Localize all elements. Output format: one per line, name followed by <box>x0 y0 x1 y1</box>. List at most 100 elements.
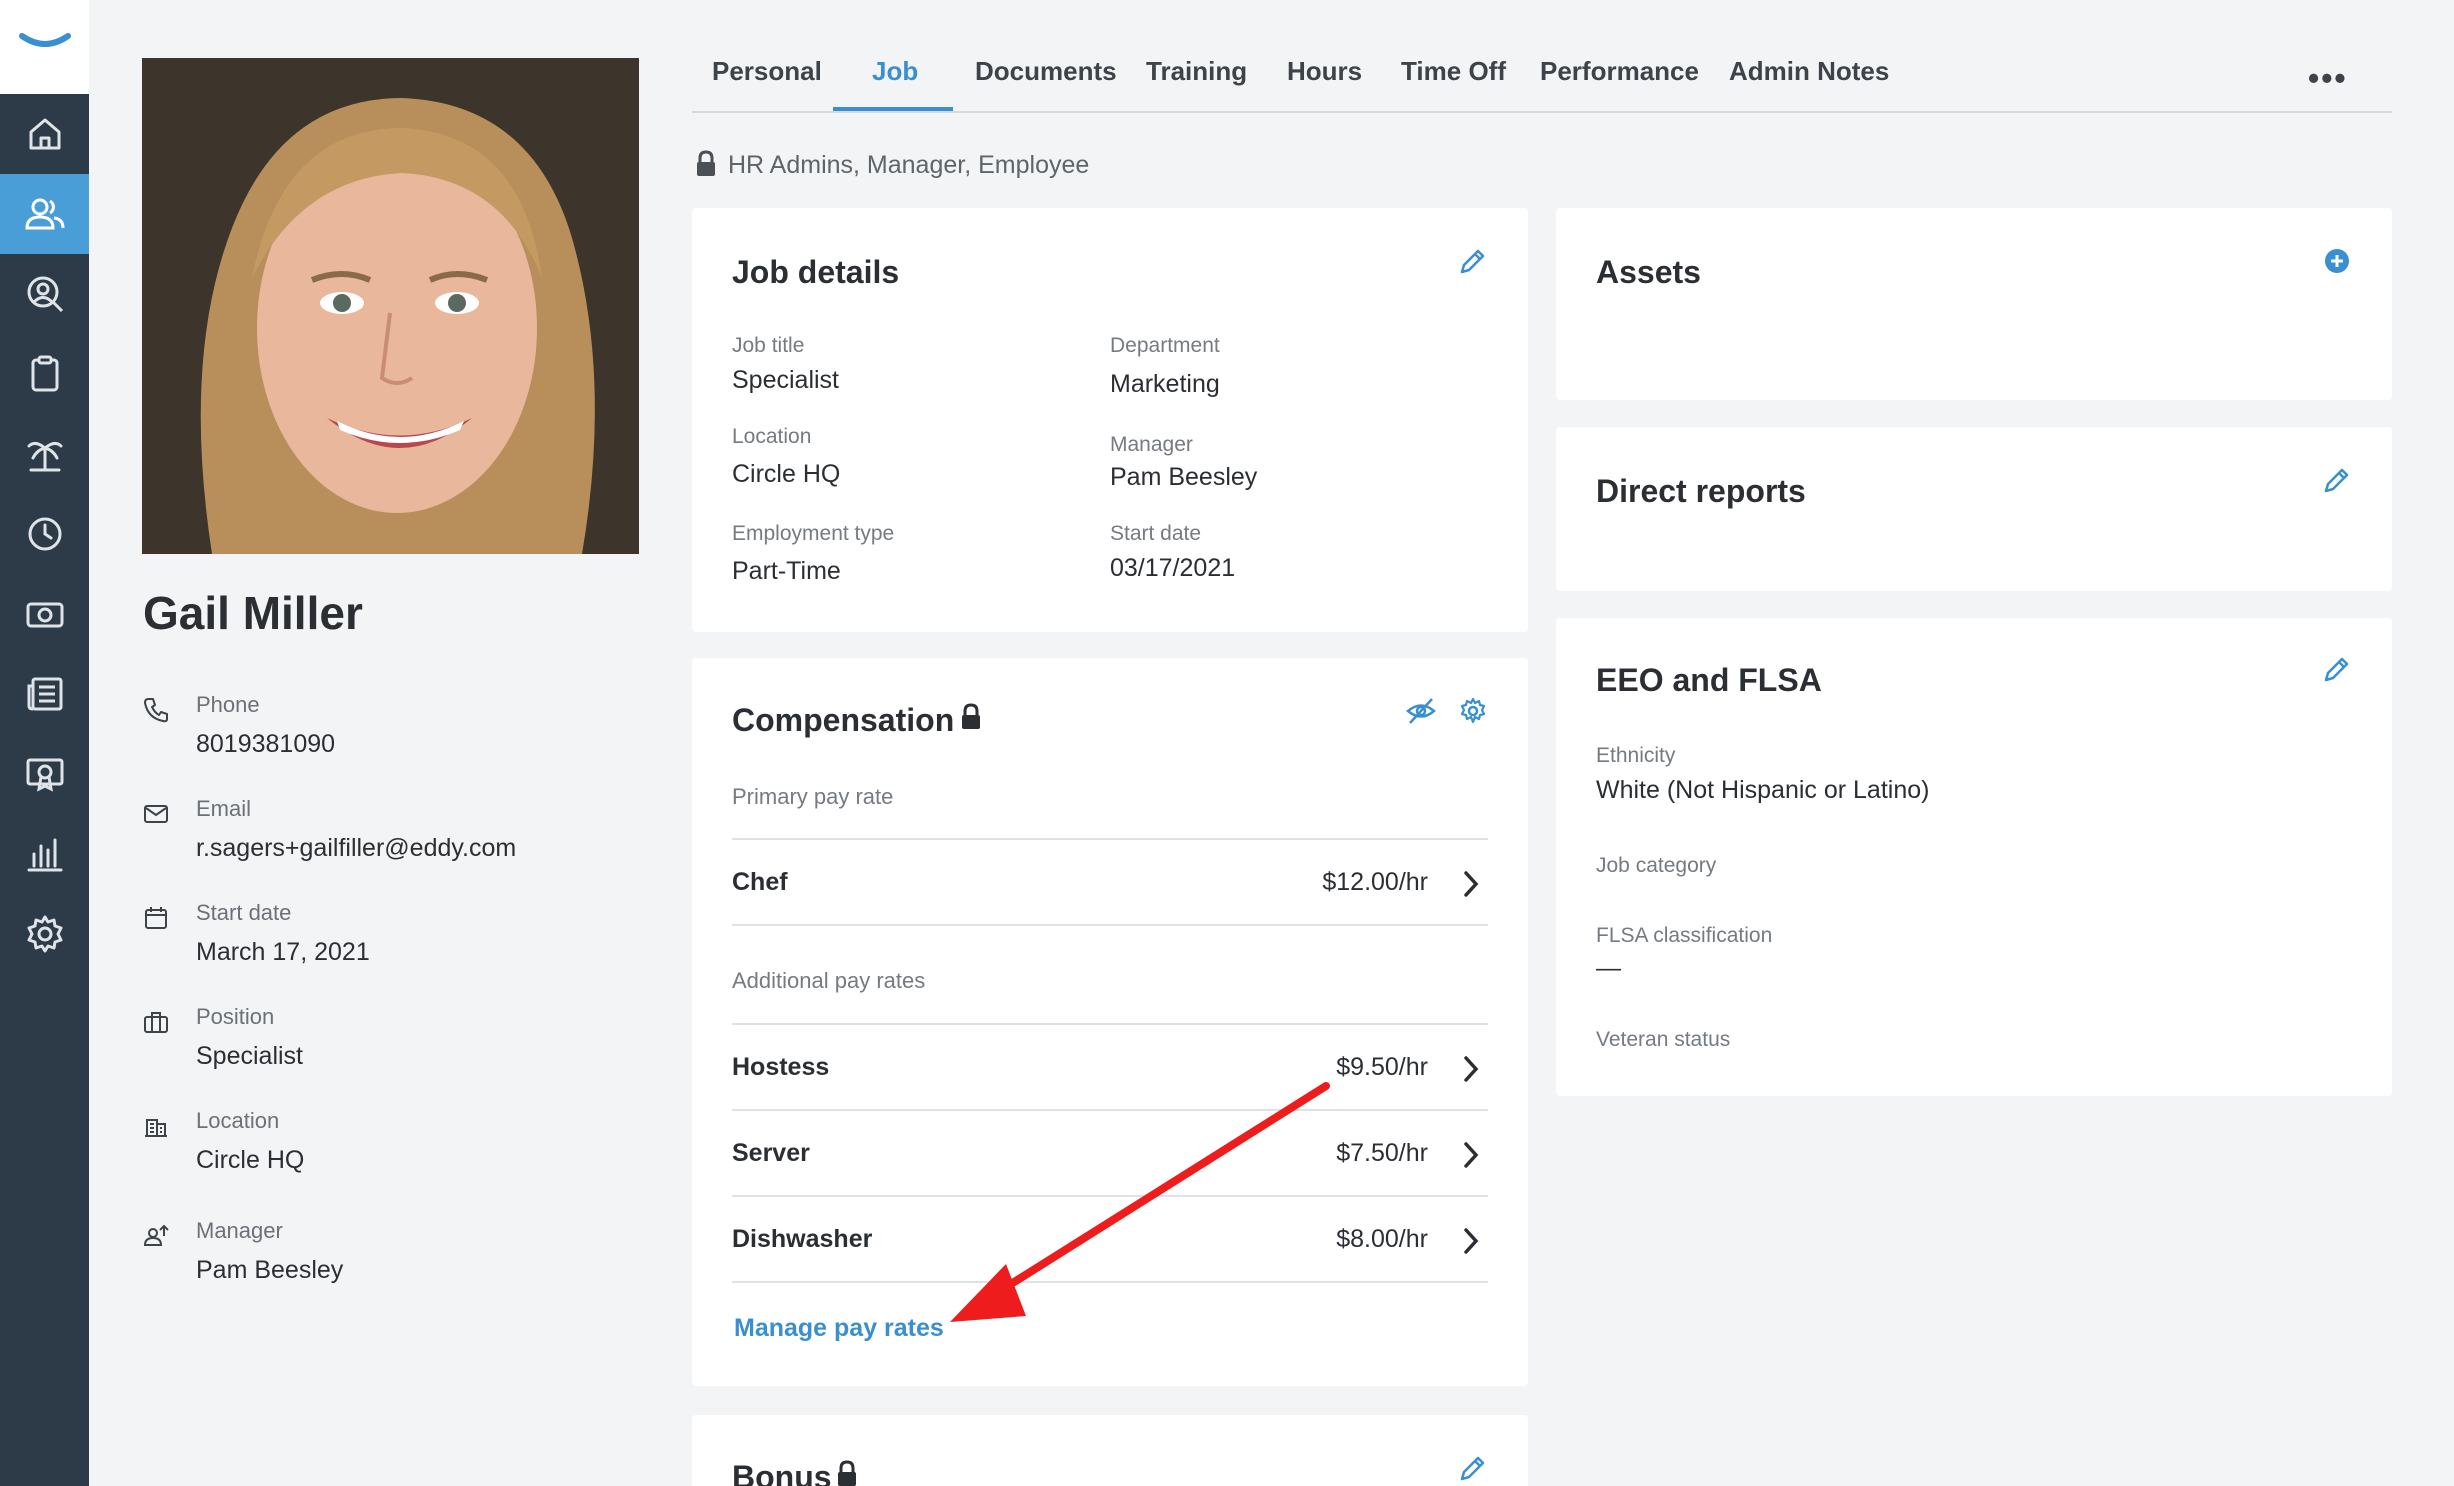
people-icon <box>24 198 64 230</box>
lock-icon <box>962 703 980 729</box>
email-value[interactable]: r.sagers+gailfiller@eddy.com <box>196 834 516 863</box>
employment-type-value: Part-Time <box>732 557 841 585</box>
nav-payroll[interactable] <box>0 574 89 654</box>
gear-icon[interactable] <box>1458 696 1488 726</box>
app-logo[interactable] <box>0 0 89 94</box>
pencil-icon[interactable] <box>2322 654 2352 684</box>
start-date-label: Start date <box>196 900 292 925</box>
tab-documents[interactable]: Documents <box>975 56 1117 87</box>
tab-training[interactable]: Training <box>1146 56 1247 87</box>
user-search-icon <box>27 276 63 313</box>
pay-row-dishwasher[interactable]: Dishwasher $8.00/hr <box>732 1195 1488 1281</box>
nav-settings[interactable] <box>0 894 89 974</box>
access-text: HR Admins, Manager, Employee <box>728 151 1090 179</box>
pay-name: Hostess <box>732 1053 830 1081</box>
pay-row-primary[interactable]: Chef $12.00/hr <box>732 838 1488 924</box>
manage-pay-rates-link[interactable]: Manage pay rates <box>734 1314 944 1343</box>
chevron-right-icon <box>1464 1056 1479 1082</box>
eye-off-icon[interactable] <box>1406 696 1436 726</box>
position-value: Specialist <box>196 1042 303 1070</box>
chevron-right-icon <box>1464 1142 1479 1168</box>
calendar-icon <box>145 907 167 929</box>
pay-row-server[interactable]: Server $7.50/hr <box>732 1109 1488 1195</box>
compensation-card: Compensation Primary pay rate Chef $12.0… <box>692 658 1528 1386</box>
direct-reports-title: Direct reports <box>1596 473 1806 509</box>
home-icon <box>29 118 60 150</box>
profile-tabs: Personal Job Documents Training Hours Ti… <box>692 40 2392 113</box>
pay-rate: $9.50/hr <box>1336 1053 1428 1081</box>
tab-hours[interactable]: Hours <box>1287 56 1362 87</box>
assets-title: Assets <box>1596 254 1701 290</box>
pay-rate: $7.50/hr <box>1336 1139 1428 1167</box>
bar-chart-icon <box>27 838 62 872</box>
nav-user-search[interactable] <box>0 254 89 334</box>
tab-personal[interactable]: Personal <box>712 56 822 87</box>
tab-performance[interactable]: Performance <box>1540 56 1699 87</box>
bonus-title: Bonus <box>732 1459 832 1486</box>
job-category-label: Job category <box>1596 854 1717 877</box>
tab-admin-notes[interactable]: Admin Notes <box>1729 56 1889 87</box>
flsa-classification-value: — <box>1596 954 1621 982</box>
palm-tree-icon <box>27 441 62 472</box>
additional-pay-rates-label: Additional pay rates <box>732 968 926 993</box>
lock-icon <box>697 150 715 176</box>
building-icon <box>145 1119 167 1137</box>
ethnicity-value: White (Not Hispanic or Latino) <box>1596 776 1930 804</box>
nav-people[interactable] <box>0 174 89 254</box>
money-icon <box>26 602 63 628</box>
manager-label: Manager <box>1110 433 1193 456</box>
chevron-right-icon <box>1464 871 1479 897</box>
pencil-icon[interactable] <box>1458 246 1488 276</box>
manager-value[interactable]: Pam Beesley <box>1110 463 1257 492</box>
phone-icon <box>144 698 168 723</box>
location-label: Location <box>732 425 812 448</box>
phone-label: Phone <box>196 692 260 717</box>
flsa-classification-label: FLSA classification <box>1596 924 1773 947</box>
department-value: Marketing <box>1110 370 1220 398</box>
divider <box>732 924 1488 926</box>
pay-name: Server <box>732 1139 810 1167</box>
tab-time-off[interactable]: Time Off <box>1401 56 1506 87</box>
bonus-card: Bonus <box>692 1415 1528 1486</box>
more-options-button[interactable]: ••• <box>2308 60 2348 97</box>
job-details-title: Job details <box>732 254 900 290</box>
phone-value[interactable]: 8019381090 <box>196 730 335 759</box>
tab-job[interactable]: Job <box>872 56 918 87</box>
eeo-flsa-title: EEO and FLSA <box>1596 662 1822 698</box>
pencil-icon[interactable] <box>2322 465 2352 495</box>
pay-row-hostess[interactable]: Hostess $9.50/hr <box>732 1023 1488 1109</box>
nav-clipboard[interactable] <box>0 334 89 414</box>
job-title-label: Job title <box>732 334 805 357</box>
location-value: Circle HQ <box>196 1146 305 1174</box>
position-label: Position <box>196 1004 275 1029</box>
nav-news[interactable] <box>0 654 89 734</box>
start-date-value: 03/17/2021 <box>1110 554 1236 582</box>
nav-home[interactable] <box>0 94 89 174</box>
lock-icon <box>838 1460 856 1486</box>
email-label: Email <box>196 796 252 821</box>
nav-time-off[interactable] <box>0 414 89 494</box>
ethnicity-label: Ethnicity <box>1596 744 1676 767</box>
gear-icon <box>27 915 62 953</box>
direct-reports-card: Direct reports <box>1556 427 2392 591</box>
active-tab-indicator <box>833 107 953 111</box>
assets-card: Assets <box>1556 208 2392 400</box>
chevron-right-icon <box>1464 1228 1479 1254</box>
eeo-flsa-card: EEO and FLSA Ethnicity White (Not Hispan… <box>1556 618 2392 1096</box>
add-circle-icon[interactable] <box>2322 246 2352 276</box>
start-date-label: Start date <box>1110 522 1202 545</box>
nav-hours[interactable] <box>0 494 89 574</box>
veteran-status-label: Veteran status <box>1596 1028 1731 1051</box>
avatar <box>142 58 639 554</box>
location-value: Circle HQ <box>732 460 841 488</box>
profile-name: Gail Miller <box>143 587 363 639</box>
news-icon <box>27 677 62 711</box>
manager-icon <box>143 1224 169 1246</box>
pay-name: Dishwasher <box>732 1225 873 1253</box>
nav-reports[interactable] <box>0 814 89 894</box>
pencil-icon[interactable] <box>1458 1453 1488 1483</box>
manager-value[interactable]: Pam Beesley <box>196 1256 343 1285</box>
nav-training[interactable] <box>0 734 89 814</box>
logo-icon <box>19 33 71 47</box>
start-date-value: March 17, 2021 <box>196 938 370 966</box>
